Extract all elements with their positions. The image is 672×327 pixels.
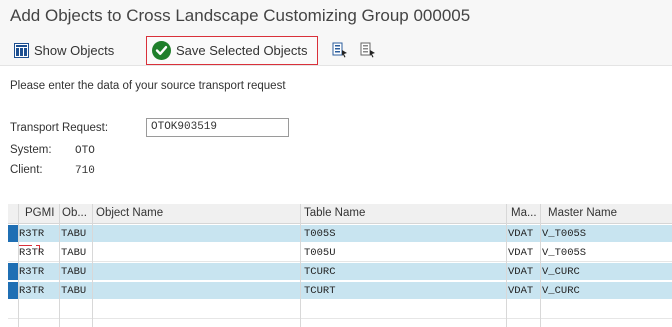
row-selector[interactable] [8,263,18,280]
row-selector[interactable] [8,301,18,318]
cell-table-name: T005S [304,228,336,240]
cell-master-name: V_CURC [542,266,580,278]
system-value: OTO [75,145,95,157]
cell-table-name: T005U [304,247,336,259]
cell-master-name: V_T005S [542,247,587,259]
cell-ma: VDAT [508,228,534,240]
column-header-master-name[interactable]: Master Name [548,207,617,219]
window-title: Add Objects to Cross Landscape Customizi… [10,6,471,25]
row-selector[interactable] [8,244,18,261]
system-label: System: [10,144,52,156]
cell-pgmid: R3TR [19,266,45,278]
column-header-ma[interactable]: Ma... [511,207,537,219]
cell-pgmid: R3TR [19,228,45,240]
column-divider [92,204,93,327]
select-all-icon[interactable] [330,40,350,60]
column-divider [300,204,301,327]
column-header-table-name[interactable]: Table Name [304,207,365,219]
cell-table-name: TCURT [304,285,336,297]
row-selector[interactable] [8,225,18,242]
cell-object: TABU [61,285,87,297]
show-objects-label: Show Objects [34,42,115,58]
save-selected-objects-button[interactable]: Save Selected Objects [146,36,318,65]
cell-table-name: TCURC [304,266,336,278]
cell-object: TABU [61,228,87,240]
transport-request-input[interactable]: OTOK903519 [146,118,289,137]
table-row[interactable]: R3TR TABU TCURC VDAT V_CURC [8,263,672,281]
cell-pgmid: R3TR [19,247,45,259]
client-value: 710 [75,165,95,177]
column-header-object[interactable]: Ob... [62,207,87,219]
application-toolbar: Show Objects Save Selected Objects [0,34,672,66]
client-label: Client: [10,164,43,176]
column-divider [18,204,19,327]
table-row[interactable]: R3TR TABU T005U VDAT V_T005S [8,244,672,262]
title-bar: Add Objects to Cross Landscape Customizi… [0,0,672,34]
checkmark-icon [152,41,171,60]
cell-ma: VDAT [508,247,534,259]
table-row[interactable]: R3TR TABU TCURT VDAT V_CURC [8,282,672,300]
cell-ma: VDAT [508,266,534,278]
cell-pgmid: R3TR [19,285,45,297]
empty-table-row[interactable] [8,301,672,319]
cell-object: TABU [61,266,87,278]
column-header-pgmid[interactable]: PGMI [25,207,54,219]
cell-object: TABU [61,247,87,259]
deselect-all-icon[interactable] [358,40,378,60]
cell-ma: VDAT [508,285,534,297]
column-header-object-name[interactable]: Object Name [96,207,163,219]
column-divider [59,204,60,327]
show-objects-button[interactable]: Show Objects [14,38,114,62]
objects-table: PGMI Ob... Object Name Table Name Ma... … [8,204,672,327]
save-selected-objects-label: Save Selected Objects [176,43,308,58]
column-divider [540,204,541,327]
table-header: PGMI Ob... Object Name Table Name Ma... … [8,204,672,224]
cell-master-name: V_T005S [542,228,587,240]
cell-master-name: V_CURC [542,285,580,297]
column-divider [506,204,507,327]
transport-request-label: Transport Request: [10,122,109,134]
row-selector[interactable] [8,282,18,299]
instruction-text: Please enter the data of your source tra… [10,80,286,92]
table-row[interactable]: R3TR TABU T005S VDAT V_T005S [8,225,672,243]
table-grid-icon [14,42,29,58]
